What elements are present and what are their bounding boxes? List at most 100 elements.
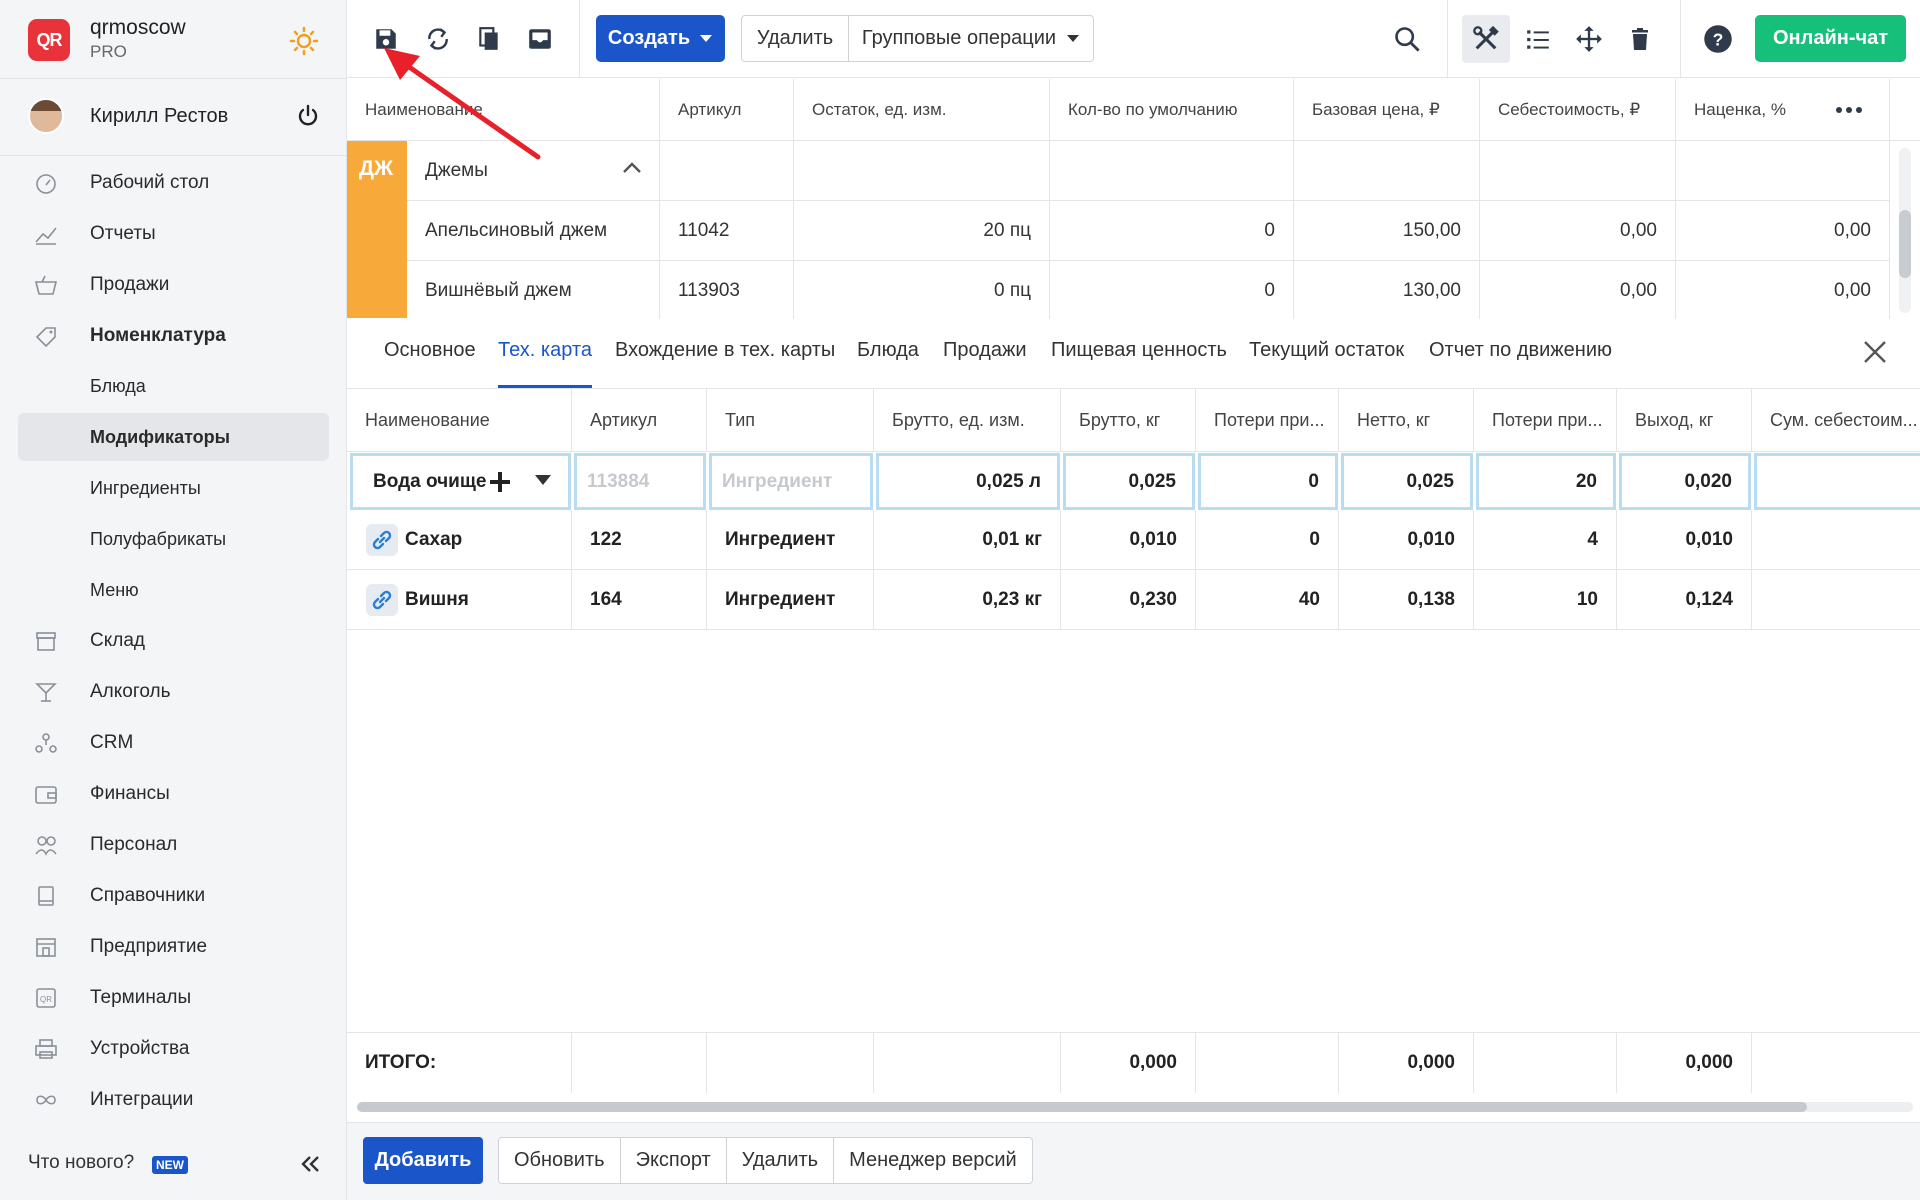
tab-movement-report[interactable]: Отчет по движению (1429, 339, 1612, 362)
delete-button[interactable]: Удалить (742, 16, 849, 61)
table-cell-sku[interactable]: 11042 (660, 201, 794, 261)
column-header[interactable]: Наименование (347, 389, 572, 452)
tab-nutrition[interactable]: Пищевая ценность (1051, 339, 1227, 362)
trash-icon[interactable] (1625, 24, 1655, 54)
link-icon[interactable] (366, 584, 398, 616)
column-header[interactable]: Остаток, ед. изм. (794, 79, 1050, 141)
table-cell-cost[interactable]: 0,00 (1480, 201, 1676, 261)
type-input[interactable]: Ингредиент (709, 453, 873, 510)
tab-dishes[interactable]: Блюда (857, 339, 919, 362)
sidebar-item-devices[interactable]: Устройства (18, 1025, 329, 1073)
online-chat-button[interactable]: Онлайн-чат (1755, 15, 1906, 62)
sidebar-item-integrations[interactable]: Интеграции (18, 1076, 329, 1124)
table-cell-default-qty[interactable]: 0 (1050, 261, 1294, 321)
sidebar-item-dashboard[interactable]: Рабочий стол (18, 159, 329, 207)
tab-current-stock[interactable]: Текущий остаток (1249, 339, 1404, 362)
column-header[interactable]: Брутто, кг (1061, 389, 1196, 452)
sidebar-item-enterprise[interactable]: Предприятие (18, 923, 329, 971)
table-cell-loss[interactable]: 0 (1196, 510, 1339, 570)
column-header[interactable]: Выход, кг (1617, 389, 1752, 452)
table-cell-default-qty[interactable]: 0 (1050, 201, 1294, 261)
table-cell-markup[interactable]: 0,00 (1676, 201, 1890, 261)
plus-icon[interactable] (489, 471, 511, 493)
table-cell-sum-cost[interactable] (1752, 570, 1920, 630)
tools-icon[interactable] (1471, 24, 1501, 54)
table-cell-gross-kg[interactable]: 0,230 (1061, 570, 1196, 630)
sidebar-item-nomenclature[interactable]: Номенклатура (18, 312, 329, 360)
version-manager-button[interactable]: Менеджер версий (834, 1138, 1032, 1183)
loss-heat-input[interactable]: 20 (1476, 453, 1616, 510)
horizontal-scrollbar-thumb[interactable] (357, 1102, 1807, 1112)
delete-row-button[interactable]: Удалить (727, 1138, 835, 1183)
table-cell-sku[interactable]: 122 (572, 510, 707, 570)
sidebar-item-modifiers[interactable]: Модификаторы (18, 413, 329, 461)
column-header[interactable]: Брутто, ед. изм. (874, 389, 1061, 452)
link-icon[interactable] (366, 524, 398, 556)
table-cell-yield-kg[interactable]: 0,010 (1617, 510, 1752, 570)
gross-kg-input[interactable]: 0,025 (1063, 453, 1195, 510)
gross-unit-input[interactable]: 0,025 л (876, 453, 1060, 510)
table-cell-yield-kg[interactable]: 0,124 (1617, 570, 1752, 630)
whats-new-link[interactable]: Что нового? (28, 1152, 134, 1174)
search-icon[interactable] (1392, 24, 1422, 54)
add-button[interactable]: Добавить (363, 1137, 483, 1184)
list-icon[interactable] (1523, 24, 1553, 54)
column-header[interactable]: Тип (707, 389, 874, 452)
close-icon[interactable] (1861, 338, 1889, 366)
table-cell-sum-cost[interactable] (1752, 510, 1920, 570)
sidebar-item-finance[interactable]: Финансы (18, 770, 329, 818)
table-cell-markup[interactable]: 0,00 (1676, 261, 1890, 321)
sidebar-item-terminals[interactable]: QR Терминалы (18, 974, 329, 1022)
update-button[interactable]: Обновить (499, 1138, 621, 1183)
sidebar-item-warehouse[interactable]: Склад (18, 617, 329, 665)
move-icon[interactable] (1574, 24, 1604, 54)
table-cell-gross-unit[interactable]: 0,01 кг (874, 510, 1061, 570)
table-cell-loss[interactable]: 4 (1474, 510, 1617, 570)
tab-main[interactable]: Основное (384, 339, 476, 362)
collapse-sidebar-icon[interactable] (298, 1152, 322, 1176)
table-cell-cost[interactable]: 0,00 (1480, 261, 1676, 321)
user-name[interactable]: Кирилл Рестов (90, 105, 228, 128)
create-button[interactable]: Создать (596, 15, 725, 62)
chevron-up-icon[interactable] (622, 160, 642, 174)
column-header[interactable]: Нетто, кг (1339, 389, 1474, 452)
caret-down-icon[interactable] (534, 474, 552, 486)
sidebar-item-alcohol[interactable]: Алкоголь (18, 668, 329, 716)
export-button[interactable]: Экспорт (621, 1138, 727, 1183)
sidebar-item-reports[interactable]: Отчеты (18, 210, 329, 258)
column-header[interactable]: Сум. себестоим... (1752, 389, 1920, 452)
sidebar-item-staff[interactable]: Персонал (18, 821, 329, 869)
tab-tech-card[interactable]: Тех. карта (498, 339, 592, 362)
more-options-icon[interactable] (1835, 103, 1863, 117)
table-cell-gross-unit[interactable]: 0,23 кг (874, 570, 1061, 630)
table-cell-base-price[interactable]: 150,00 (1294, 201, 1480, 261)
app-logo[interactable]: QR (28, 19, 70, 61)
avatar[interactable] (28, 98, 64, 134)
group-operations-dropdown[interactable]: Групповые операции (849, 16, 1093, 61)
vertical-scrollbar-thumb[interactable] (1899, 210, 1911, 278)
sidebar-item-references[interactable]: Справочники (18, 872, 329, 920)
table-cell-sku[interactable]: 113903 (660, 261, 794, 321)
table-cell-type[interactable]: Ингредиент (707, 570, 874, 630)
yield-kg-input[interactable]: 0,020 (1619, 453, 1751, 510)
sum-cost-input[interactable] (1754, 453, 1920, 510)
sidebar-item-crm[interactable]: CRM (18, 719, 329, 767)
table-cell-type[interactable]: Ингредиент (707, 510, 874, 570)
tab-tech-card-usage[interactable]: Вхождение в тех. карты (615, 339, 835, 362)
sun-icon[interactable] (289, 26, 319, 56)
sidebar-item-semi-finished[interactable]: Полуфабрикаты (18, 515, 329, 563)
table-cell-gross-kg[interactable]: 0,010 (1061, 510, 1196, 570)
table-cell-stock[interactable]: 0 пц (794, 261, 1050, 321)
power-icon[interactable] (296, 104, 320, 128)
table-cell-base-price[interactable]: 130,00 (1294, 261, 1480, 321)
table-cell-sku[interactable]: 164 (572, 570, 707, 630)
table-cell-name[interactable]: Апельсиновый джем (407, 201, 660, 261)
column-header[interactable]: Базовая цена, ₽ (1294, 79, 1480, 141)
table-cell-name[interactable]: Вишнёвый джем (407, 261, 660, 321)
sku-input[interactable]: 113884 (574, 453, 706, 510)
net-kg-input[interactable]: 0,025 (1341, 453, 1473, 510)
column-header[interactable]: Артикул (660, 79, 794, 141)
sidebar-item-menu[interactable]: Меню (18, 566, 329, 614)
help-icon[interactable]: ? (1703, 24, 1733, 54)
table-cell-net-kg[interactable]: 0,010 (1339, 510, 1474, 570)
